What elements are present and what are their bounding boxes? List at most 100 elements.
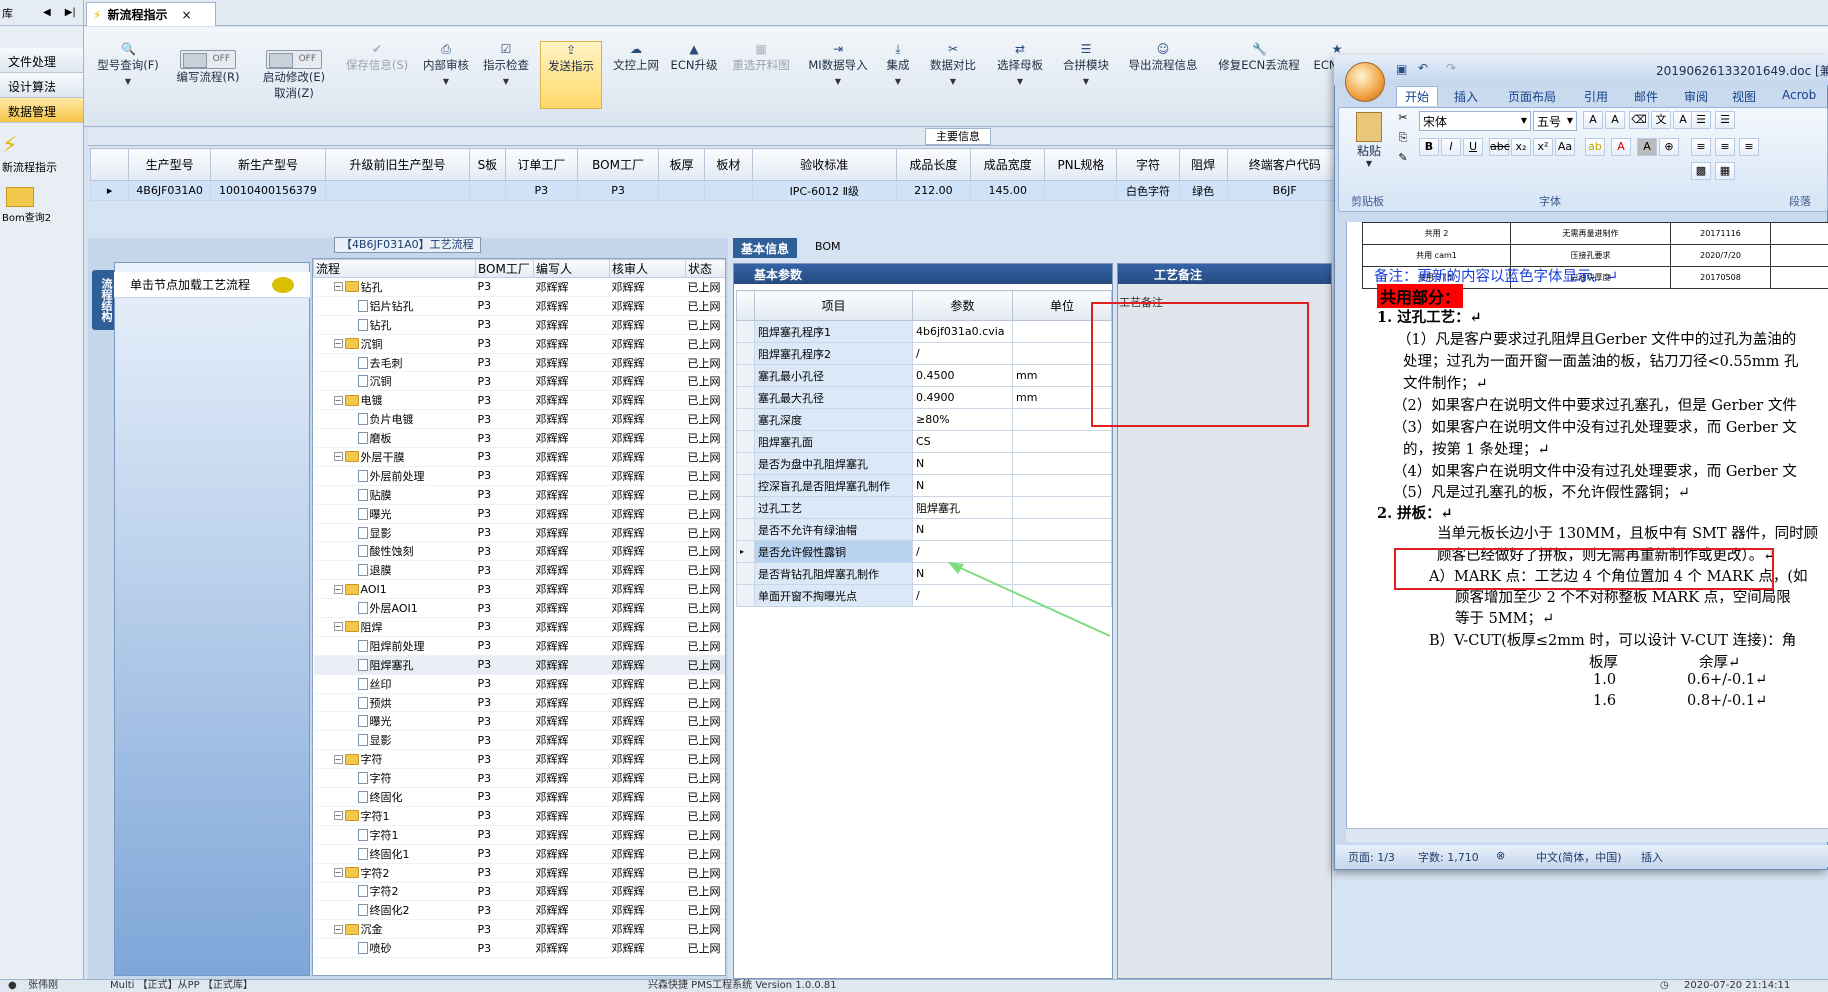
load-flow-hint[interactable]: 单击节点加载工艺流程: [114, 272, 310, 298]
tree-row[interactable]: 铝片钻孔 P3 邓辉辉 邓辉辉 已上网: [313, 296, 725, 316]
main-col-header[interactable]: 阻焊: [1178, 148, 1228, 181]
merge-module-button[interactable]: ☰ 合拼模块 ▼: [1056, 43, 1116, 90]
word-scrollbar[interactable]: [1346, 828, 1828, 842]
tree-row[interactable]: 负片电镀 P3 邓辉辉 邓辉辉 已上网: [313, 409, 725, 430]
save-info-button[interactable]: ✔ 保存信息(S): [340, 43, 414, 73]
internal-review-button[interactable]: ⎙ 内部审核 ▼: [418, 43, 474, 90]
reselect-cutting-button[interactable]: ▦ 重选开料图: [724, 43, 798, 73]
main-cell[interactable]: [703, 180, 753, 201]
main-cell[interactable]: B6JF: [1226, 180, 1343, 201]
param-row[interactable]: 是否为盘中孔阻焊塞孔 N: [736, 452, 1112, 475]
param-row[interactable]: 塞孔最大孔径 0.4900 mm: [736, 386, 1112, 409]
param-cell-v[interactable]: N: [912, 452, 1013, 475]
tree-row[interactable]: 阻焊前处理 P3 邓辉辉 邓辉辉 已上网: [313, 636, 725, 656]
main-info-row[interactable]: ▸ 4B6JF031A0 10010400156379 P3 P3 IPC-6012 Ⅱ级…: [89, 180, 1530, 201]
shortcut-new-flow[interactable]: ⚡ 新流程指示: [0, 133, 83, 175]
word-tab-references[interactable]: 引用: [1584, 88, 1608, 105]
toggle-switch[interactable]: OFF: [266, 50, 322, 69]
tree-row[interactable]: 退膜 P3 邓辉辉 邓辉辉 已上网: [313, 560, 725, 581]
change-case-icon[interactable]: Aa: [1555, 138, 1575, 156]
param-cell-v[interactable]: 4b6jf031a0.cvia: [912, 320, 1013, 343]
collapse-icon[interactable]: −: [333, 452, 343, 462]
word-tab-acrobat[interactable]: Acrob: [1782, 88, 1816, 102]
tree-row[interactable]: 酸性蚀刻 P3 邓辉辉 邓辉辉 已上网: [313, 541, 725, 562]
tree-row[interactable]: 外层前处理 P3 邓辉辉 邓辉辉 已上网: [313, 466, 725, 486]
tree-row[interactable]: − 外层干膜 P3 邓辉辉 邓辉辉 已上网: [313, 447, 725, 467]
superscript-icon[interactable]: x²: [1533, 138, 1553, 156]
tree-row[interactable]: 终固化1 P3 邓辉辉 邓辉辉 已上网: [313, 844, 725, 864]
param-cell-v[interactable]: /: [912, 342, 1013, 365]
tree-row[interactable]: − AOI1 P3 邓辉辉 邓辉辉 已上网: [313, 579, 725, 600]
param-row[interactable]: 是否不允许有绿油帽 N: [736, 518, 1112, 541]
nav-design-algorithm[interactable]: 设计算法: [0, 73, 83, 98]
main-cell[interactable]: [468, 180, 506, 201]
main-col-header[interactable]: 板材: [703, 148, 753, 181]
param-cell-v[interactable]: N: [912, 474, 1013, 497]
tree-col-header[interactable]: 核审人: [609, 259, 686, 278]
tab-basic-info[interactable]: 基本信息: [733, 238, 798, 258]
send-instruction-button[interactable]: ⇪ 发送指示: [540, 41, 602, 109]
param-row[interactable]: 阻焊塞孔面 CS: [736, 430, 1112, 453]
tree-row[interactable]: 字符1 P3 邓辉辉 邓辉辉 已上网: [313, 825, 725, 845]
param-row[interactable]: 塞孔最小孔径 0.4500 mm: [736, 364, 1112, 387]
tree-row[interactable]: − 阻焊 P3 邓辉辉 邓辉辉 已上网: [313, 617, 725, 637]
main-col-header[interactable]: 生产型号: [128, 148, 211, 181]
word-tab-home[interactable]: 开始: [1396, 86, 1439, 106]
italic-icon[interactable]: I: [1441, 138, 1461, 156]
main-cell[interactable]: 10010400156379: [209, 180, 327, 201]
tab-close-icon[interactable]: ×: [181, 8, 191, 22]
data-compare-button[interactable]: ✂ 数据对比 ▼: [922, 43, 984, 90]
align-right-icon[interactable]: ≡: [1739, 138, 1759, 156]
main-col-header[interactable]: 字符: [1116, 148, 1180, 181]
bullets-icon[interactable]: ☰: [1691, 111, 1711, 129]
collapse-icon[interactable]: −: [333, 754, 343, 764]
tab-bom[interactable]: BOM: [807, 238, 849, 258]
align-left-icon[interactable]: ≡: [1691, 138, 1711, 156]
main-cell[interactable]: 白色字符: [1116, 180, 1180, 201]
main-col-header[interactable]: 验收标准: [751, 148, 897, 181]
export-flow-button[interactable]: ☺ 导出流程信息: [1120, 43, 1206, 73]
tree-row[interactable]: − 钻孔 P3 邓辉辉 邓辉辉 已上网: [313, 277, 725, 297]
align-center-icon[interactable]: ≡: [1715, 138, 1735, 156]
tree-row[interactable]: 曝光 P3 邓辉辉 邓辉辉 已上网: [313, 504, 725, 524]
tree-row[interactable]: 去毛刺 P3 邓辉辉 邓辉辉 已上网: [313, 353, 725, 373]
main-cell[interactable]: 绿色: [1178, 180, 1228, 201]
collapse-icon[interactable]: −: [333, 282, 343, 292]
integrate-button[interactable]: ⤓ 集成 ▼: [878, 43, 918, 90]
main-cell[interactable]: 4B6JF031A0: [128, 180, 211, 201]
collapse-icon[interactable]: −: [333, 868, 343, 878]
format-painter-icon[interactable]: ✎: [1393, 150, 1413, 168]
tree-row[interactable]: 丝印 P3 邓辉辉 邓辉辉 已上网: [313, 674, 725, 694]
clear-format-icon[interactable]: ⌫: [1629, 111, 1649, 129]
tree-row[interactable]: 阻焊塞孔 P3 邓辉辉 邓辉辉 已上网: [313, 655, 725, 675]
shading-icon[interactable]: ▩: [1691, 162, 1711, 180]
word-save-icon[interactable]: ▣: [1396, 62, 1407, 76]
font-color-icon[interactable]: A: [1611, 138, 1631, 156]
grow-font-icon[interactable]: A: [1583, 111, 1603, 129]
tree-col-header[interactable]: 状态: [685, 259, 725, 278]
cut-icon[interactable]: ✂: [1393, 110, 1413, 128]
main-col-header[interactable]: 终端客户代码: [1226, 148, 1343, 181]
tree-row[interactable]: 外层AOI1 P3 邓辉辉 邓辉辉 已上网: [313, 598, 725, 619]
param-cell-v[interactable]: 0.4500: [912, 364, 1013, 387]
collapse-icon[interactable]: −: [333, 924, 343, 934]
side-tab-structure[interactable]: 流程结构: [92, 270, 114, 330]
tree-row[interactable]: 贴膜 P3 邓辉辉 邓辉辉 已上网: [313, 485, 725, 505]
main-cell[interactable]: IPC-6012 Ⅱ级: [751, 180, 897, 201]
word-insert-mode[interactable]: 插入: [1641, 849, 1663, 865]
main-cell[interactable]: 145.00: [970, 180, 1046, 201]
collapse-icon[interactable]: −: [333, 811, 343, 821]
word-tab-mail[interactable]: 邮件: [1634, 88, 1658, 105]
tree-row[interactable]: 终固化2 P3 邓辉辉 邓辉辉 已上网: [313, 900, 725, 921]
param-row[interactable]: 阻焊塞孔程序2/: [736, 342, 1112, 365]
main-col-header[interactable]: 成品长度: [895, 148, 972, 181]
param-cell-v[interactable]: 阻焊塞孔: [912, 496, 1013, 519]
paste-button[interactable]: 粘贴 ▼: [1349, 112, 1389, 168]
param-col-header[interactable]: 参数: [912, 290, 1013, 321]
tree-row[interactable]: − 字符2 P3 邓辉辉 邓辉辉 已上网: [313, 863, 725, 883]
word-undo-icon[interactable]: ↶: [1418, 61, 1428, 75]
param-row[interactable]: 控深盲孔是否阻焊塞孔制作 N: [736, 474, 1112, 497]
tree-row[interactable]: − 沉金 P3 邓辉辉 邓辉辉 已上网: [313, 919, 725, 940]
main-cell[interactable]: [325, 180, 470, 201]
param-cell-v[interactable]: ≥80%: [912, 408, 1013, 431]
